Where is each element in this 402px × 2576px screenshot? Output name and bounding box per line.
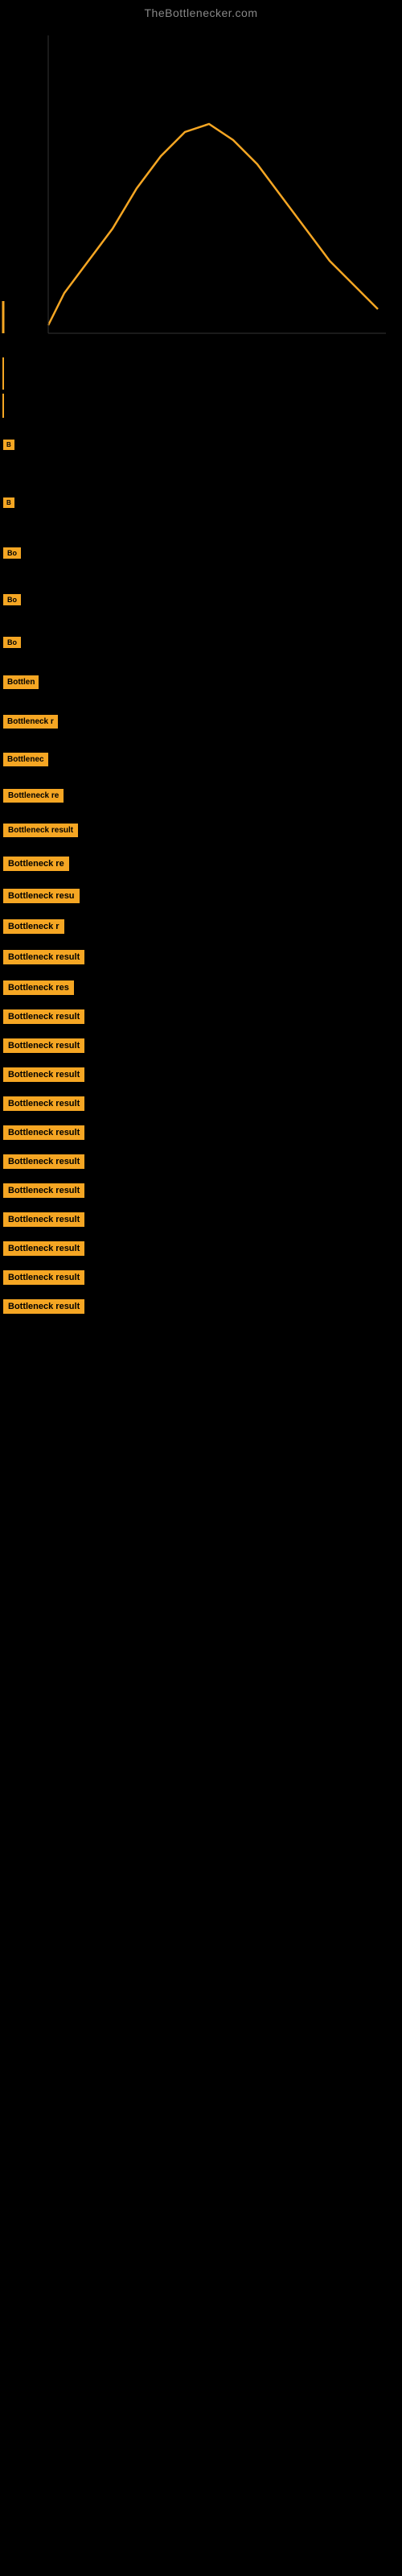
list-item: Bottleneck r — [3, 713, 399, 730]
list-item: Bottleneck result — [3, 1240, 399, 1257]
results-group: B B Bo Bo Bo Bottlen Bottleneck r Bottle… — [0, 438, 402, 1315]
list-item: Bo — [3, 546, 399, 560]
indicator-area — [0, 357, 402, 422]
bottleneck-label: B — [3, 497, 14, 508]
bottleneck-label: Bottlen — [3, 675, 39, 689]
list-item: Bottleneck re — [3, 855, 399, 873]
bottleneck-label: Bottleneck r — [3, 715, 58, 729]
bottleneck-label: Bottleneck result — [3, 1241, 84, 1256]
list-item: Bottleneck result — [3, 1153, 399, 1170]
bottleneck-label: Bo — [3, 637, 21, 648]
bottleneck-label: Bottleneck re — [3, 857, 69, 871]
list-item: Bottleneck result — [3, 1269, 399, 1286]
list-item: Bottleneck result — [3, 1066, 399, 1084]
list-item: Bottlenec — [3, 751, 399, 768]
bottleneck-label: Bottlenec — [3, 753, 48, 766]
bottleneck-label: Bottleneck result — [3, 950, 84, 964]
list-item: Bottleneck result — [3, 1182, 399, 1199]
bottleneck-label: Bottleneck result — [3, 1009, 84, 1024]
bottleneck-label: Bottleneck result — [3, 1299, 84, 1314]
site-title: TheBottlenecker.com — [0, 0, 402, 19]
bottleneck-label: Bottleneck result — [3, 1067, 84, 1082]
list-item: B — [3, 438, 399, 452]
list-item: Bo — [3, 635, 399, 650]
results-section: B B Bo Bo Bo Bottlen Bottleneck r Bottle… — [0, 422, 402, 1315]
bottleneck-label: Bottleneck re — [3, 789, 64, 803]
list-item: Bottlen — [3, 674, 399, 691]
bottleneck-label: Bottleneck r — [3, 919, 64, 934]
chart-svg — [0, 19, 402, 357]
bottleneck-label: Bo — [3, 594, 21, 605]
bottleneck-label: Bottleneck result — [3, 1270, 84, 1285]
bottleneck-label: Bottleneck result — [3, 1212, 84, 1227]
list-item: Bo — [3, 592, 399, 607]
bottleneck-label: Bottleneck result — [3, 1125, 84, 1140]
list-item: Bottleneck result — [3, 948, 399, 966]
bottleneck-label: B — [3, 440, 14, 450]
list-item: Bottleneck res — [3, 979, 399, 997]
list-item: Bottleneck result — [3, 1211, 399, 1228]
list-item: Bottleneck result — [3, 1298, 399, 1315]
chart-area — [0, 19, 402, 357]
bottleneck-label: Bo — [3, 547, 21, 559]
list-item: B — [3, 496, 399, 510]
bottleneck-label: Bottleneck resu — [3, 889, 80, 903]
bottleneck-label: Bottleneck result — [3, 824, 78, 837]
list-item: Bottleneck result — [3, 822, 399, 839]
list-item: Bottleneck result — [3, 1008, 399, 1026]
bottleneck-label: Bottleneck res — [3, 980, 74, 995]
indicator-line-2 — [2, 394, 4, 418]
bottleneck-label: Bottleneck result — [3, 1154, 84, 1169]
list-item: Bottleneck result — [3, 1124, 399, 1141]
list-item: Bottleneck resu — [3, 887, 399, 905]
list-item: Bottleneck result — [3, 1095, 399, 1113]
bottleneck-label: Bottleneck result — [3, 1183, 84, 1198]
list-item: Bottleneck re — [3, 787, 399, 804]
bottleneck-label: Bottleneck result — [3, 1096, 84, 1111]
list-item: Bottleneck result — [3, 1037, 399, 1055]
indicator-line-1 — [2, 357, 4, 390]
bottleneck-label: Bottleneck result — [3, 1038, 84, 1053]
list-item: Bottleneck r — [3, 918, 399, 935]
